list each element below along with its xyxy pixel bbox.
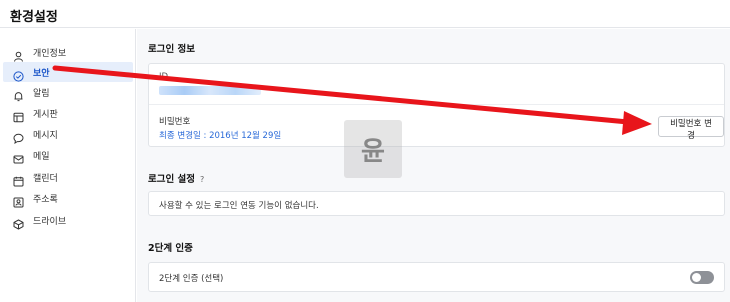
login-settings-message: 사용할 수 있는 로그인 연동 기능이 없습니다. [159, 201, 319, 211]
top-bar: 환경설정 [0, 0, 730, 28]
sidebar-item-label: 보안 [33, 68, 50, 79]
sidebar-item-personal-info[interactable]: 개인정보 [3, 42, 133, 62]
board-icon [13, 108, 24, 122]
two-factor-label: 2단계 인증 (선택) [159, 274, 224, 284]
page-title: 환경설정 [10, 10, 58, 25]
sidebar-item-board[interactable]: 게시판 [3, 103, 133, 123]
sidebar-item-contacts[interactable]: 주소록 [3, 188, 133, 208]
sidebar-item-notifications[interactable]: 알림 [3, 82, 133, 102]
sidebar-item-label: 메시지 [33, 130, 58, 141]
sidebar-item-label: 메일 [33, 151, 50, 162]
calendar-icon [13, 172, 24, 186]
drive-icon [13, 215, 24, 230]
watermark-logo: 윤 [344, 120, 402, 178]
two-factor-card: 2단계 인증 (선택) [148, 262, 725, 292]
section-title-login-info: 로그인 정보 [148, 44, 196, 55]
sidebar-item-messages[interactable]: 메시지 [3, 124, 133, 144]
sidebar-item-label: 드라이브 [33, 216, 67, 227]
bell-icon [13, 87, 24, 101]
two-factor-toggle[interactable] [690, 271, 714, 284]
help-icon[interactable]: ? [200, 175, 204, 184]
login-settings-title: 로그인 설정 [148, 174, 196, 185]
sidebar-item-label: 게시판 [33, 109, 58, 120]
card-divider [149, 104, 724, 105]
section-title-login-settings: 로그인 설정? [148, 171, 204, 185]
section-title-two-factor: 2단계 인증 [148, 243, 193, 254]
sidebar: 개인정보 보안 알림 게시판 메시지 메일 캘린더 주소록 드라이브 [0, 29, 136, 302]
sidebar-item-security[interactable]: 보안 [3, 62, 133, 82]
main-content: 로그인 정보 ID 비밀번호 최종 변경일 : 2016년 12월 29일 비밀… [137, 29, 730, 302]
change-password-button[interactable]: 비밀번호 변경 [658, 116, 724, 141]
sidebar-item-label: 캘린더 [33, 173, 58, 184]
password-label: 비밀번호 [159, 117, 191, 127]
watermark-text: 윤 [361, 136, 385, 167]
login-settings-card: 사용할 수 있는 로그인 연동 기능이 없습니다. [148, 191, 725, 216]
person-icon [13, 47, 24, 62]
sidebar-item-drive[interactable]: 드라이브 [3, 210, 133, 230]
password-last-changed: 최종 변경일 : 2016년 12월 29일 [159, 131, 282, 141]
sidebar-item-label: 개인정보 [33, 48, 67, 59]
contacts-icon [13, 193, 24, 207]
shield-check-icon [13, 67, 24, 82]
toggle-knob [692, 273, 701, 282]
chat-bubble-icon [13, 129, 24, 144]
sidebar-item-label: 알림 [33, 88, 50, 99]
id-label: ID [159, 72, 169, 82]
sidebar-item-calendar[interactable]: 캘린더 [3, 167, 133, 187]
mail-icon [13, 150, 24, 163]
login-info-card: ID 비밀번호 최종 변경일 : 2016년 12월 29일 비밀번호 변경 [148, 63, 725, 147]
sidebar-item-mail[interactable]: 메일 [3, 145, 133, 165]
id-value-redacted [159, 86, 261, 95]
sidebar-item-label: 주소록 [33, 194, 58, 205]
